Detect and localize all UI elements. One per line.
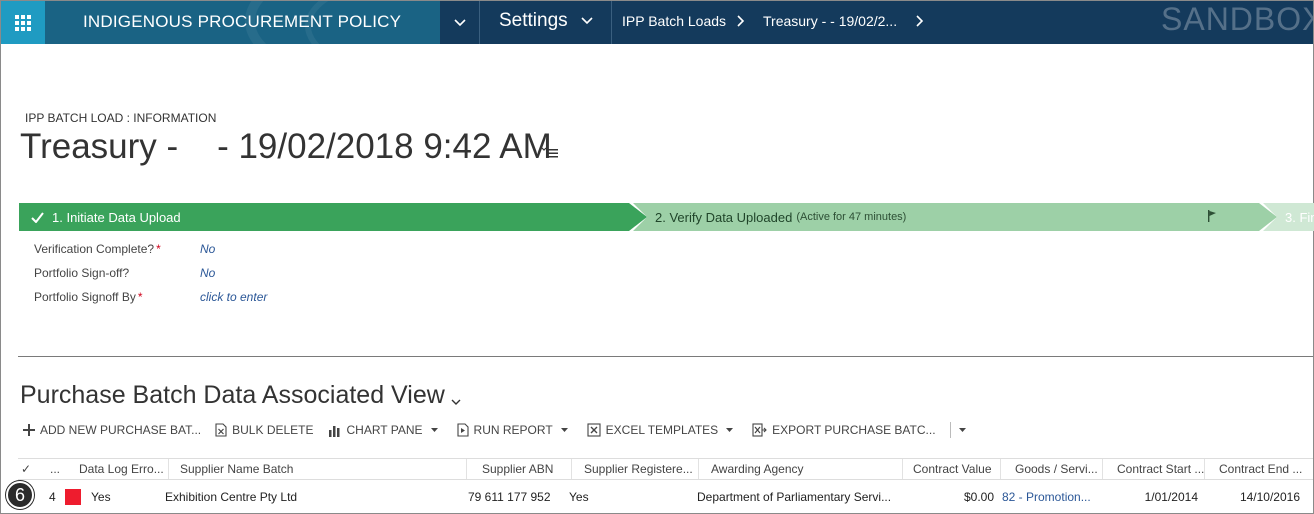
error-status-indicator <box>65 489 81 505</box>
delete-document-icon <box>215 423 227 437</box>
column-header-contract-start[interactable]: Contract Start ... <box>1117 462 1204 476</box>
required-asterisk: * <box>156 242 161 256</box>
run-report-button[interactable]: RUN REPORT <box>456 423 573 437</box>
stage-verify-data-uploaded[interactable]: 2. Verify Data Uploaded (Active for 47 m… <box>633 203 1277 231</box>
flag-icon[interactable] <box>1207 209 1217 227</box>
nav-area-settings[interactable]: Settings <box>499 10 568 32</box>
chevron-down-icon <box>430 428 438 432</box>
form-selector-menu-icon[interactable] <box>541 145 559 164</box>
app-menu-chevron-button[interactable] <box>441 1 479 44</box>
settings-chevron-down-icon[interactable] <box>581 12 593 30</box>
portfolio-signoff-field[interactable]: No <box>200 266 215 280</box>
chevron-down-icon <box>958 428 966 432</box>
top-nav-bar: INDIGENOUS PROCUREMENT POLICY Settings I… <box>1 1 1313 44</box>
row-index: 4 <box>49 490 56 504</box>
breadcrumb-ipp-batch-loads[interactable]: IPP Batch Loads <box>622 13 726 29</box>
required-asterisk: * <box>137 290 143 304</box>
cell-supplier-abn: 79 611 177 952 <box>468 490 551 504</box>
cell-contract-start: 1/01/2014 <box>1144 490 1198 504</box>
plus-icon <box>23 424 35 436</box>
report-icon <box>456 423 469 437</box>
check-icon <box>31 211 44 223</box>
cell-contract-end: 14/10/2016 <box>1239 490 1300 504</box>
view-selector[interactable]: Purchase Batch Data Associated View <box>20 381 445 410</box>
cell-awarding-agency: Department of Parliamentary Servi... <box>697 490 892 504</box>
chevron-right-icon <box>737 14 745 32</box>
add-new-purchase-batch-button[interactable]: ADD NEW PURCHASE BAT... <box>23 423 201 437</box>
column-header-supplier-abn[interactable]: Supplier ABN <box>482 462 553 476</box>
export-excel-icon <box>752 423 767 437</box>
column-header-supplier-registered[interactable]: Supplier Registere... <box>584 462 693 476</box>
app-grid-icon <box>15 14 31 31</box>
app-launcher-button[interactable] <box>1 1 45 44</box>
stage-initiate-data-upload[interactable]: 1. Initiate Data Upload <box>19 203 647 231</box>
chart-pane-button[interactable]: CHART PANE <box>328 423 443 437</box>
select-all-checkbox[interactable]: ✓ <box>21 462 31 476</box>
stage-label: 2. Verify Data Uploaded <box>655 209 793 225</box>
stage-label: 3. Fina <box>1285 209 1314 225</box>
column-header-index[interactable]: ... <box>50 462 60 476</box>
cell-contract-value: $0.00 <box>963 490 994 504</box>
export-purchase-batch-button[interactable]: EXPORT PURCHASE BATC... <box>752 423 936 437</box>
chevron-down-icon <box>454 18 466 26</box>
step-number-badge: 6 <box>6 481 34 509</box>
field-label-verification-complete: Verification Complete? * <box>34 242 161 256</box>
page-title: Treasury - - 19/02/2018 9:42 AM <box>20 127 552 166</box>
column-header-contract-end[interactable]: Contract End ... <box>1219 462 1302 476</box>
stage-label: 1. Initiate Data Upload <box>52 209 181 225</box>
section-divider <box>18 356 1313 357</box>
command-bar: ADD NEW PURCHASE BAT... BULK DELETE CHAR… <box>23 421 985 439</box>
field-label-portfolio-signoff-by: Portfolio Signoff By * <box>34 290 143 304</box>
verification-complete-field[interactable]: No <box>200 242 215 256</box>
breadcrumb-record[interactable]: Treasury - - 19/02/2... <box>763 13 897 29</box>
form-type-label: IPP BATCH LOAD : INFORMATION <box>25 111 217 125</box>
cell-supplier-registered: Yes <box>569 490 589 504</box>
column-header-contract-value[interactable]: Contract Value <box>913 462 992 476</box>
chevron-right-icon[interactable] <box>916 14 924 32</box>
excel-icon <box>587 423 601 437</box>
chevron-down-icon <box>560 428 568 432</box>
column-header-supplier-name[interactable]: Supplier Name Batch <box>180 462 293 476</box>
cell-supplier-name: Exhibition Centre Pty Ltd <box>165 490 298 504</box>
goods-services-link[interactable]: 82 - Promotion... <box>1002 490 1091 504</box>
view-chevron-down-icon[interactable] <box>451 393 461 411</box>
more-commands-button[interactable] <box>958 428 971 432</box>
column-header-goods-services[interactable]: Goods / Servi... <box>1015 462 1098 476</box>
app-title: INDIGENOUS PROCUREMENT POLICY <box>83 12 402 31</box>
grid-header-row: ✓ ... Data Log Erro... Supplier Name Bat… <box>18 458 1313 480</box>
bulk-delete-button[interactable]: BULK DELETE <box>215 423 314 437</box>
column-header-awarding-agency[interactable]: Awarding Agency <box>711 462 804 476</box>
cell-data-log-error: Yes <box>91 490 111 504</box>
table-row[interactable]: 4 Yes Exhibition Centre Pty Ltd 79 611 1… <box>18 481 1313 513</box>
stage-active-duration: (Active for 47 minutes) <box>796 211 907 223</box>
excel-templates-button[interactable]: EXCEL TEMPLATES <box>587 423 738 437</box>
app-title-area[interactable]: INDIGENOUS PROCUREMENT POLICY <box>45 1 440 44</box>
column-header-data-log-error[interactable]: Data Log Erro... <box>79 462 164 476</box>
business-process-bar: 1. Initiate Data Upload 2. Verify Data U… <box>19 203 1314 231</box>
bar-chart-icon <box>328 426 340 437</box>
portfolio-signoff-by-field[interactable]: click to enter <box>200 290 267 304</box>
field-label-portfolio-signoff: Portfolio Sign-off? <box>34 266 130 280</box>
chevron-down-icon <box>726 428 734 432</box>
environment-watermark: SANDBOX <box>1161 1 1313 37</box>
